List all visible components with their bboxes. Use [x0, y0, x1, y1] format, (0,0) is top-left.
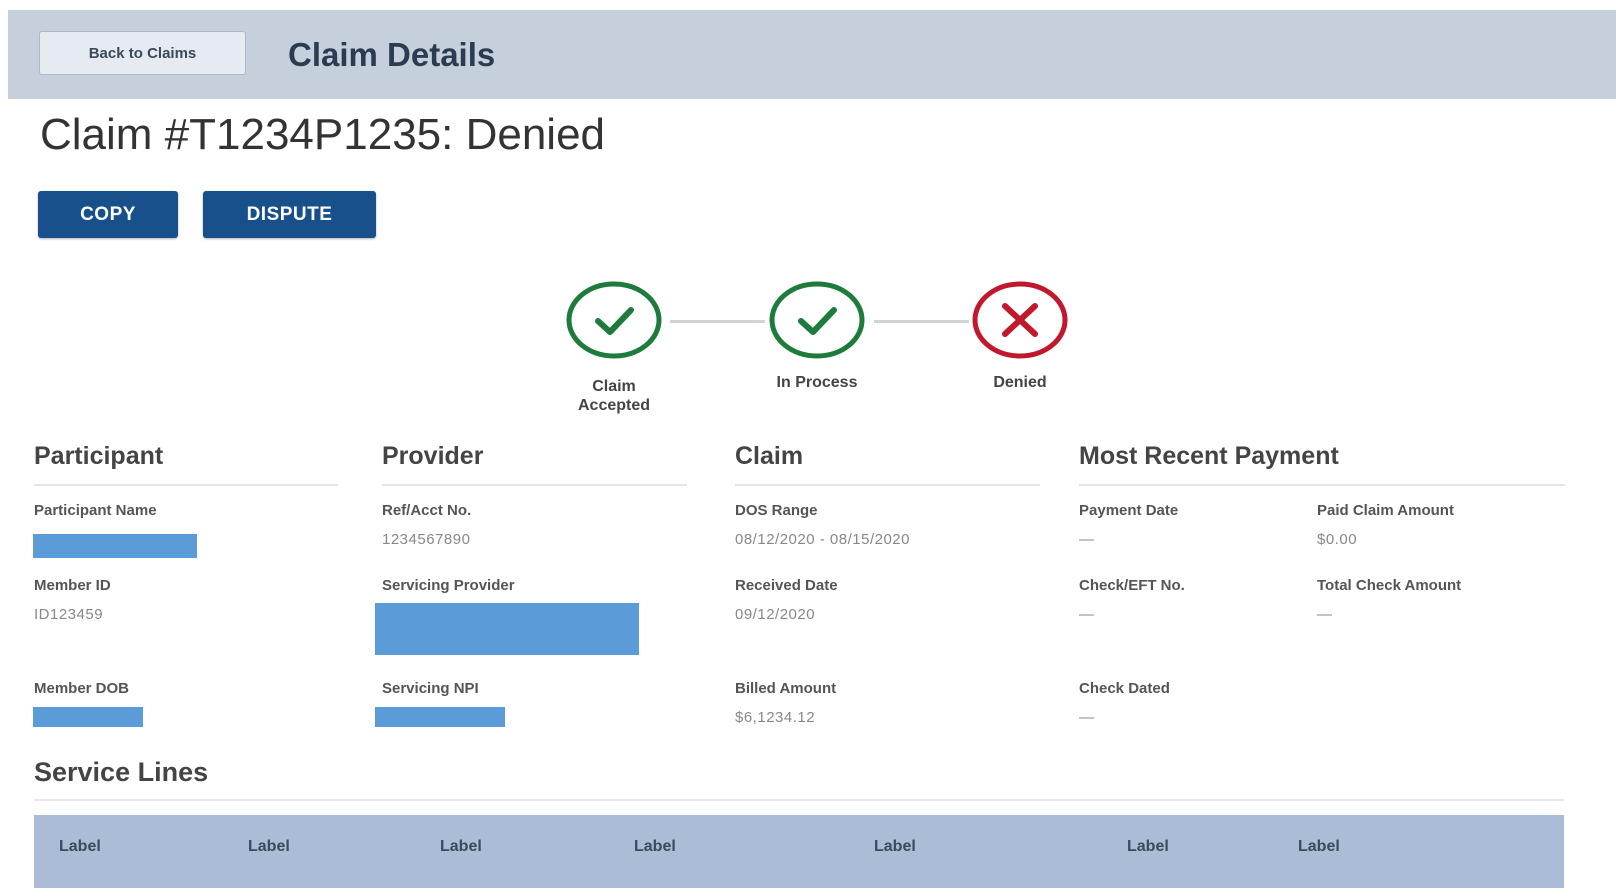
participant-name-label: Participant Name [34, 502, 157, 519]
column-header[interactable]: Label [59, 838, 101, 856]
back-to-claims-button[interactable]: Back to Claims [39, 31, 246, 75]
redacted-member-dob [33, 707, 143, 727]
billed-amount-label: Billed Amount [735, 680, 837, 697]
column-header[interactable]: Label [634, 838, 676, 856]
payment-date-value: — [1079, 531, 1095, 548]
received-date-label: Received Date [735, 577, 838, 594]
received-date-value: 09/12/2020 [735, 606, 816, 623]
check-dated-value: — [1079, 709, 1095, 726]
service-lines-table-header: Label Label Label Label Label Label Labe… [34, 815, 1564, 888]
column-header[interactable]: Label [874, 838, 916, 856]
dos-range-label: DOS Range [735, 502, 818, 519]
column-header[interactable]: Label [1127, 838, 1169, 856]
servicing-npi-label: Servicing NPI [382, 680, 479, 697]
step-label-claim-accepted: Claim Accepted [577, 378, 651, 414]
page-header-title: Claim Details [288, 36, 496, 73]
member-dob-label: Member DOB [34, 680, 130, 697]
check-eft-value: — [1079, 606, 1095, 623]
participant-section-title: Participant [34, 442, 338, 486]
ref-acct-label: Ref/Acct No. [382, 502, 472, 519]
progress-connector [874, 320, 969, 323]
servicing-provider-label: Servicing Provider [382, 577, 515, 594]
column-header[interactable]: Label [1298, 838, 1340, 856]
total-check-amount-value: — [1317, 606, 1333, 623]
paid-claim-amount-label: Paid Claim Amount [1317, 502, 1454, 519]
claim-section-title: Claim [735, 442, 1040, 486]
claim-title: Claim #T1234P1235: Denied [40, 110, 606, 159]
step-label-in-process: In Process [776, 374, 858, 391]
progress-connector [670, 320, 765, 323]
redacted-servicing-provider [375, 603, 639, 655]
provider-section-title: Provider [382, 442, 687, 486]
column-header[interactable]: Label [440, 838, 482, 856]
x-circle-icon [972, 281, 1068, 359]
member-id-label: Member ID [34, 577, 111, 594]
top-header-bar: Back to Claims Claim Details [8, 10, 1616, 99]
member-id-value: ID123459 [34, 606, 104, 623]
check-eft-label: Check/EFT No. [1079, 577, 1185, 594]
check-circle-icon [769, 281, 865, 359]
total-check-amount-label: Total Check Amount [1317, 577, 1462, 594]
dispute-button[interactable]: DISPUTE [203, 191, 376, 238]
check-dated-label: Check Dated [1079, 680, 1170, 697]
check-circle-icon [566, 281, 662, 359]
step-label-denied: Denied [993, 374, 1047, 391]
dos-range-value: 08/12/2020 - 08/15/2020 [735, 531, 910, 548]
redacted-servicing-npi [375, 707, 505, 727]
billed-amount-value: $6,1234.12 [735, 709, 816, 726]
column-header[interactable]: Label [248, 838, 290, 856]
copy-button[interactable]: COPY [38, 191, 178, 238]
payment-date-label: Payment Date [1079, 502, 1179, 519]
payment-section-title: Most Recent Payment [1079, 442, 1565, 486]
ref-acct-value: 1234567890 [382, 531, 471, 548]
redacted-participant-name [33, 534, 197, 558]
service-lines-title: Service Lines [34, 757, 1564, 801]
paid-claim-amount-value: $0.00 [1317, 531, 1358, 548]
